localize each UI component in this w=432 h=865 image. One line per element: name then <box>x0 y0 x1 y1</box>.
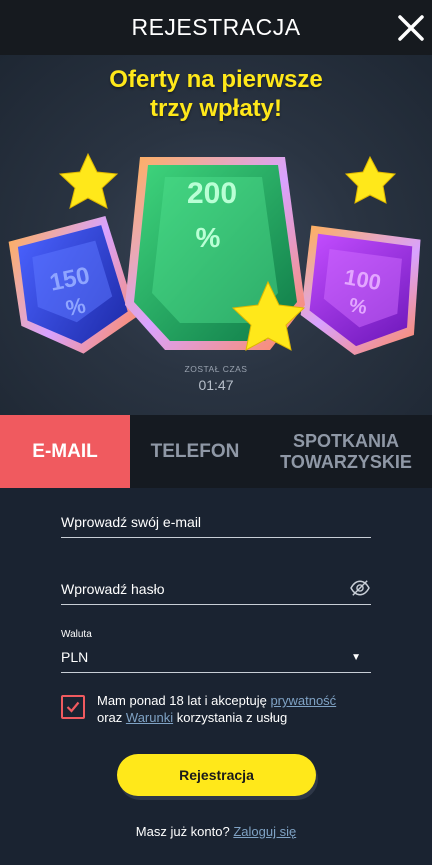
terms-link[interactable]: Warunki <box>126 710 173 725</box>
promo-title-line-1: Oferty na pierwsze <box>109 66 323 93</box>
eye-slash-icon[interactable] <box>349 579 371 597</box>
caret-down-icon: ▼ <box>351 652 361 663</box>
gem-200-number: 200 <box>187 177 237 210</box>
header-bar: REJESTRACJA <box>0 0 432 55</box>
blue-gem: 150 % <box>8 216 138 354</box>
tab-social-label-line-2: TOWARZYSKIE <box>280 451 412 472</box>
tab-email[interactable]: E-MAIL <box>0 415 130 488</box>
register-button[interactable]: Rejestracja <box>117 754 316 796</box>
consent-text-part-1: Mam ponad 18 lat i akceptuję <box>97 693 271 708</box>
registration-tabs: E-MAIL TELEFON SPOTKANIA TOWARZYSKIE <box>0 415 432 488</box>
tab-phone[interactable]: TELEFON <box>130 415 260 488</box>
purple-gem: 100 % <box>300 225 421 355</box>
tab-social[interactable]: SPOTKANIA TOWARZYSKIE <box>260 415 432 488</box>
promo-title: Oferty na pierwsze trzy wpłaty! <box>0 65 432 123</box>
registration-form: Waluta PLN ▼ Mam ponad 18 lat i akceptuj… <box>0 488 432 865</box>
promo-banner: 150 % 100 % 200 % Oferty na pierwsze trz… <box>0 55 432 415</box>
promo-title-line-2: trzy wpłaty! <box>149 95 283 122</box>
privacy-link[interactable]: prywatność <box>270 693 336 708</box>
consent-text-part-2: oraz <box>97 710 126 725</box>
gem-200-unit: % <box>196 222 221 253</box>
password-input[interactable] <box>61 581 341 597</box>
currency-caption: Waluta <box>61 629 92 640</box>
timer-label: ZOSTAŁ CZAS <box>184 364 248 374</box>
login-prompt-text: Masz już konto? <box>135 824 234 839</box>
close-icon <box>398 15 424 41</box>
page-title: REJESTRACJA <box>131 14 301 40</box>
close-button[interactable] <box>396 13 426 43</box>
login-link[interactable]: Zaloguj się <box>233 824 296 839</box>
currency-value: PLN <box>61 649 89 665</box>
email-field-wrapper <box>61 514 371 538</box>
password-field-wrapper <box>61 579 371 605</box>
tab-social-label-line-1: SPOTKANIA <box>292 430 399 451</box>
email-input[interactable] <box>61 514 371 530</box>
timer-value: 01:47 <box>198 377 234 393</box>
star-icon <box>58 152 119 209</box>
currency-select[interactable]: PLN ▼ <box>61 649 371 673</box>
terms-consent-text: Mam ponad 18 lat i akceptuję prywatność o… <box>97 692 387 726</box>
star-icon <box>344 155 397 204</box>
consent-text-part-3: korzystania z usług <box>173 710 288 725</box>
checkmark-icon <box>66 701 80 713</box>
login-prompt: Masz już konto? Zaloguj się <box>0 824 432 839</box>
terms-checkbox[interactable] <box>61 695 85 719</box>
